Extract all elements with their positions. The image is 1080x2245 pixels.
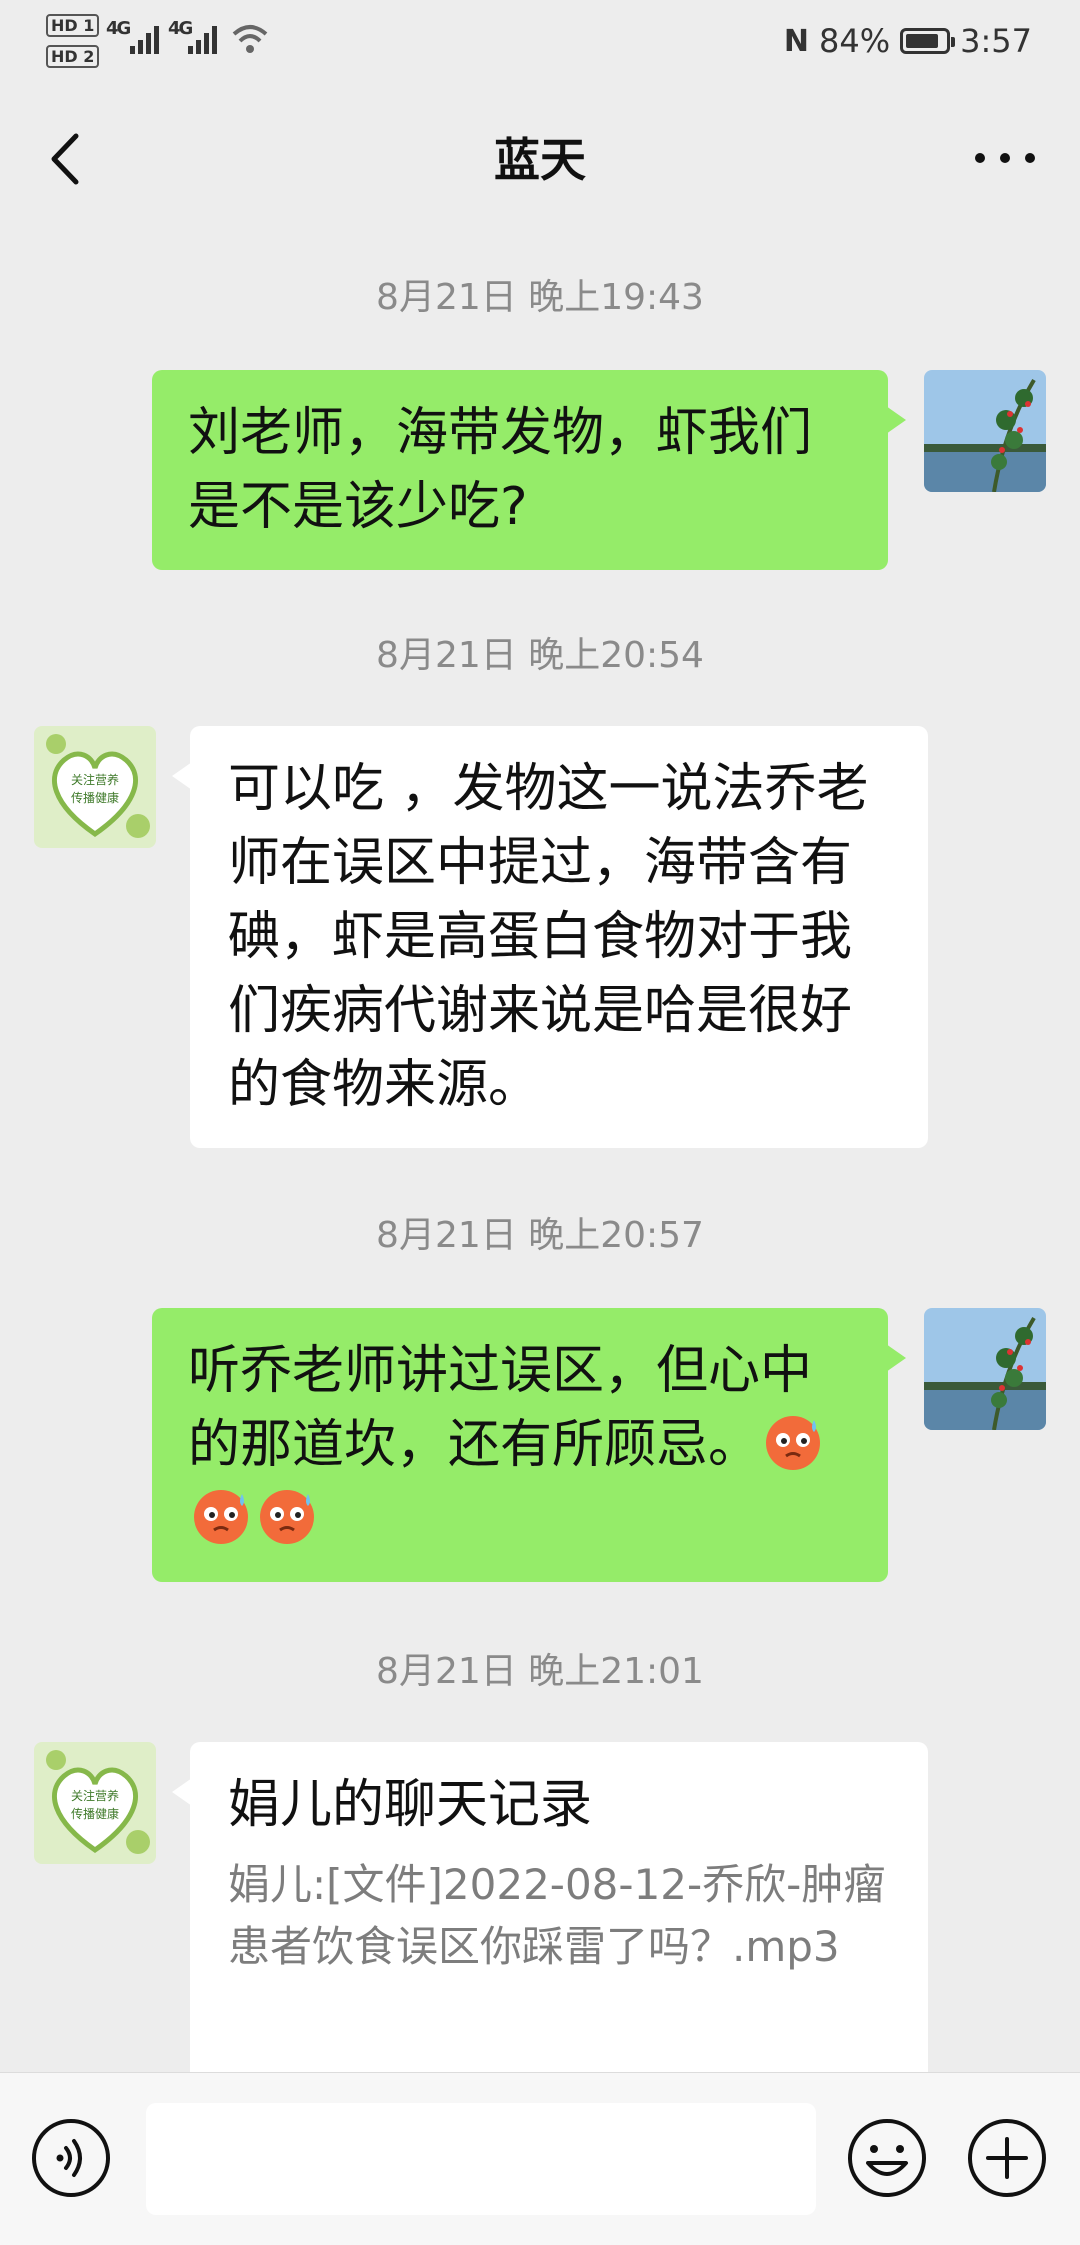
status-right: N 84% 3:57 — [784, 22, 1032, 60]
signal-1-icon — [130, 26, 159, 54]
status-bar: HD 1 HD 2 4G 4G N 84% 3:57 — [0, 0, 1080, 84]
chat-title: 蓝天 — [494, 133, 586, 187]
timestamp: 8月21日 晚上20:57 — [376, 1215, 704, 1256]
message-text: 刘老师，海带发物，虾我们是不是该少吃? — [188, 403, 813, 537]
more-button[interactable] — [970, 134, 1040, 184]
message-text: 可以吃 ，发物这一说法乔老师在误区中提过，海带含有碘，虾是高蛋白食物对于我们疾病… — [228, 759, 869, 1115]
voice-button[interactable] — [30, 2117, 112, 2199]
sweat-emoji — [766, 1416, 821, 1470]
emoji-smile-icon — [848, 2119, 926, 2197]
contact-message-bubble[interactable]: 可以吃 ，发物这一说法乔老师在误区中提过，海带含有碘，虾是高蛋白食物对于我们疾病… — [172, 726, 928, 1148]
sweat-emoji — [260, 1490, 314, 1544]
contact-avatar[interactable]: 关注营养 传播健康 — [34, 726, 156, 848]
message-list[interactable]: 8月21日 晚上19:43 刘老师，海带发物，虾我们是不是该少吃? 8月21日 … — [0, 232, 1080, 2072]
battery-icon — [900, 28, 956, 54]
emoji-button[interactable] — [846, 2117, 928, 2199]
chat-record-card[interactable]: 娟儿的聊天记录 娟儿:[文件]2022-08-12-乔欣-肿瘤患者饮食误区你踩雷… — [172, 1742, 928, 2072]
heart-badge-avatar-image: 关注营养 传播健康 — [34, 726, 156, 848]
record-summary: 娟儿:[文件]2022-08-12-乔欣-肿瘤患者饮食误区你踩雷了吗？.mp3 — [228, 1860, 886, 1971]
sweat-emoji — [194, 1490, 248, 1544]
record-title: 娟儿的聊天记录 — [228, 1775, 593, 1835]
voice-icon — [32, 2119, 110, 2197]
more-dots-icon — [975, 153, 1035, 163]
plus-icon — [968, 2119, 1046, 2197]
landscape-avatar-image — [924, 370, 1046, 492]
heart-badge-avatar-image: 关注营养 传播健康 — [34, 1742, 156, 1864]
my-message-bubble[interactable]: 听乔老师讲过误区，但心中的那道坎，还有所顾忌。 — [152, 1308, 906, 1582]
my-message-bubble[interactable]: 刘老师，海带发物，虾我们是不是该少吃? — [152, 370, 906, 570]
signal-2-icon — [188, 26, 217, 54]
hd2-badge: HD 2 — [46, 45, 100, 68]
my-avatar[interactable] — [924, 370, 1046, 492]
battery-fill — [906, 34, 939, 48]
sim-indicators: HD 1 HD 2 — [46, 12, 100, 74]
input-bar — [0, 2072, 1080, 2245]
message-text: 听乔老师讲过误区，但心中的那道坎，还有所顾忌。 — [188, 1341, 813, 1475]
battery-percent: 84% — [819, 22, 891, 60]
message-input[interactable] — [146, 2103, 816, 2215]
landscape-avatar-image — [924, 1308, 1046, 1430]
signal-1-label: 4G — [106, 18, 131, 39]
wifi-icon — [232, 25, 268, 53]
avatar-badge-line1: 关注营养 — [71, 772, 119, 787]
timestamp: 8月21日 晚上20:54 — [376, 635, 704, 676]
my-avatar[interactable] — [924, 1308, 1046, 1430]
hd1-badge: HD 1 — [46, 14, 100, 37]
contact-avatar[interactable]: 关注营养 传播健康 — [34, 1742, 156, 1864]
avatar-badge-line1: 关注营养 — [71, 1788, 119, 1803]
clock: 3:57 — [960, 22, 1032, 60]
timestamp: 8月21日 晚上19:43 — [376, 277, 704, 318]
timestamp: 8月21日 晚上21:01 — [376, 1651, 704, 1692]
avatar-badge-line2: 传播健康 — [71, 790, 119, 805]
chat-header: 蓝天 — [0, 84, 1080, 232]
avatar-badge-line2: 传播健康 — [71, 1806, 119, 1821]
plus-button[interactable] — [966, 2117, 1048, 2199]
nfc-icon: N — [783, 23, 810, 59]
